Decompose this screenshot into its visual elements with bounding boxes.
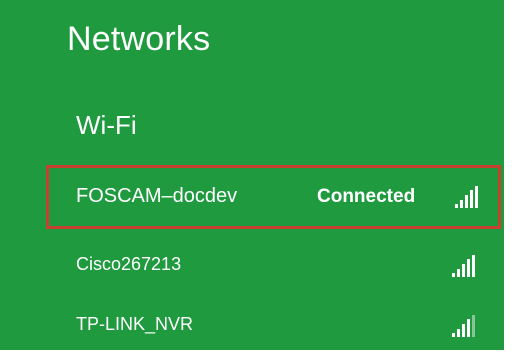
network-item-foscam-docdev[interactable]: FOSCAM–docdev Connected	[46, 165, 501, 229]
network-flyout: Networks Wi-Fi FOSCAM–docdev Connected C…	[0, 0, 514, 350]
wifi-signal-icon	[452, 313, 480, 337]
flyout-title: Networks	[67, 20, 211, 58]
wifi-signal-icon	[452, 253, 480, 277]
network-name: Cisco267213	[76, 254, 182, 274]
wifi-signal-icon	[455, 184, 483, 208]
network-name: TP-LINK_NVR	[76, 314, 194, 334]
network-item-tp-link-nvr[interactable]: TP-LINK_NVR	[46, 297, 501, 357]
window-edge	[504, 0, 514, 350]
network-name: FOSCAM–docdev	[76, 185, 238, 207]
network-item-cisco267213[interactable]: Cisco267213	[46, 237, 501, 297]
connection-status: Connected	[317, 186, 416, 207]
wifi-section-heading: Wi-Fi	[76, 110, 137, 140]
